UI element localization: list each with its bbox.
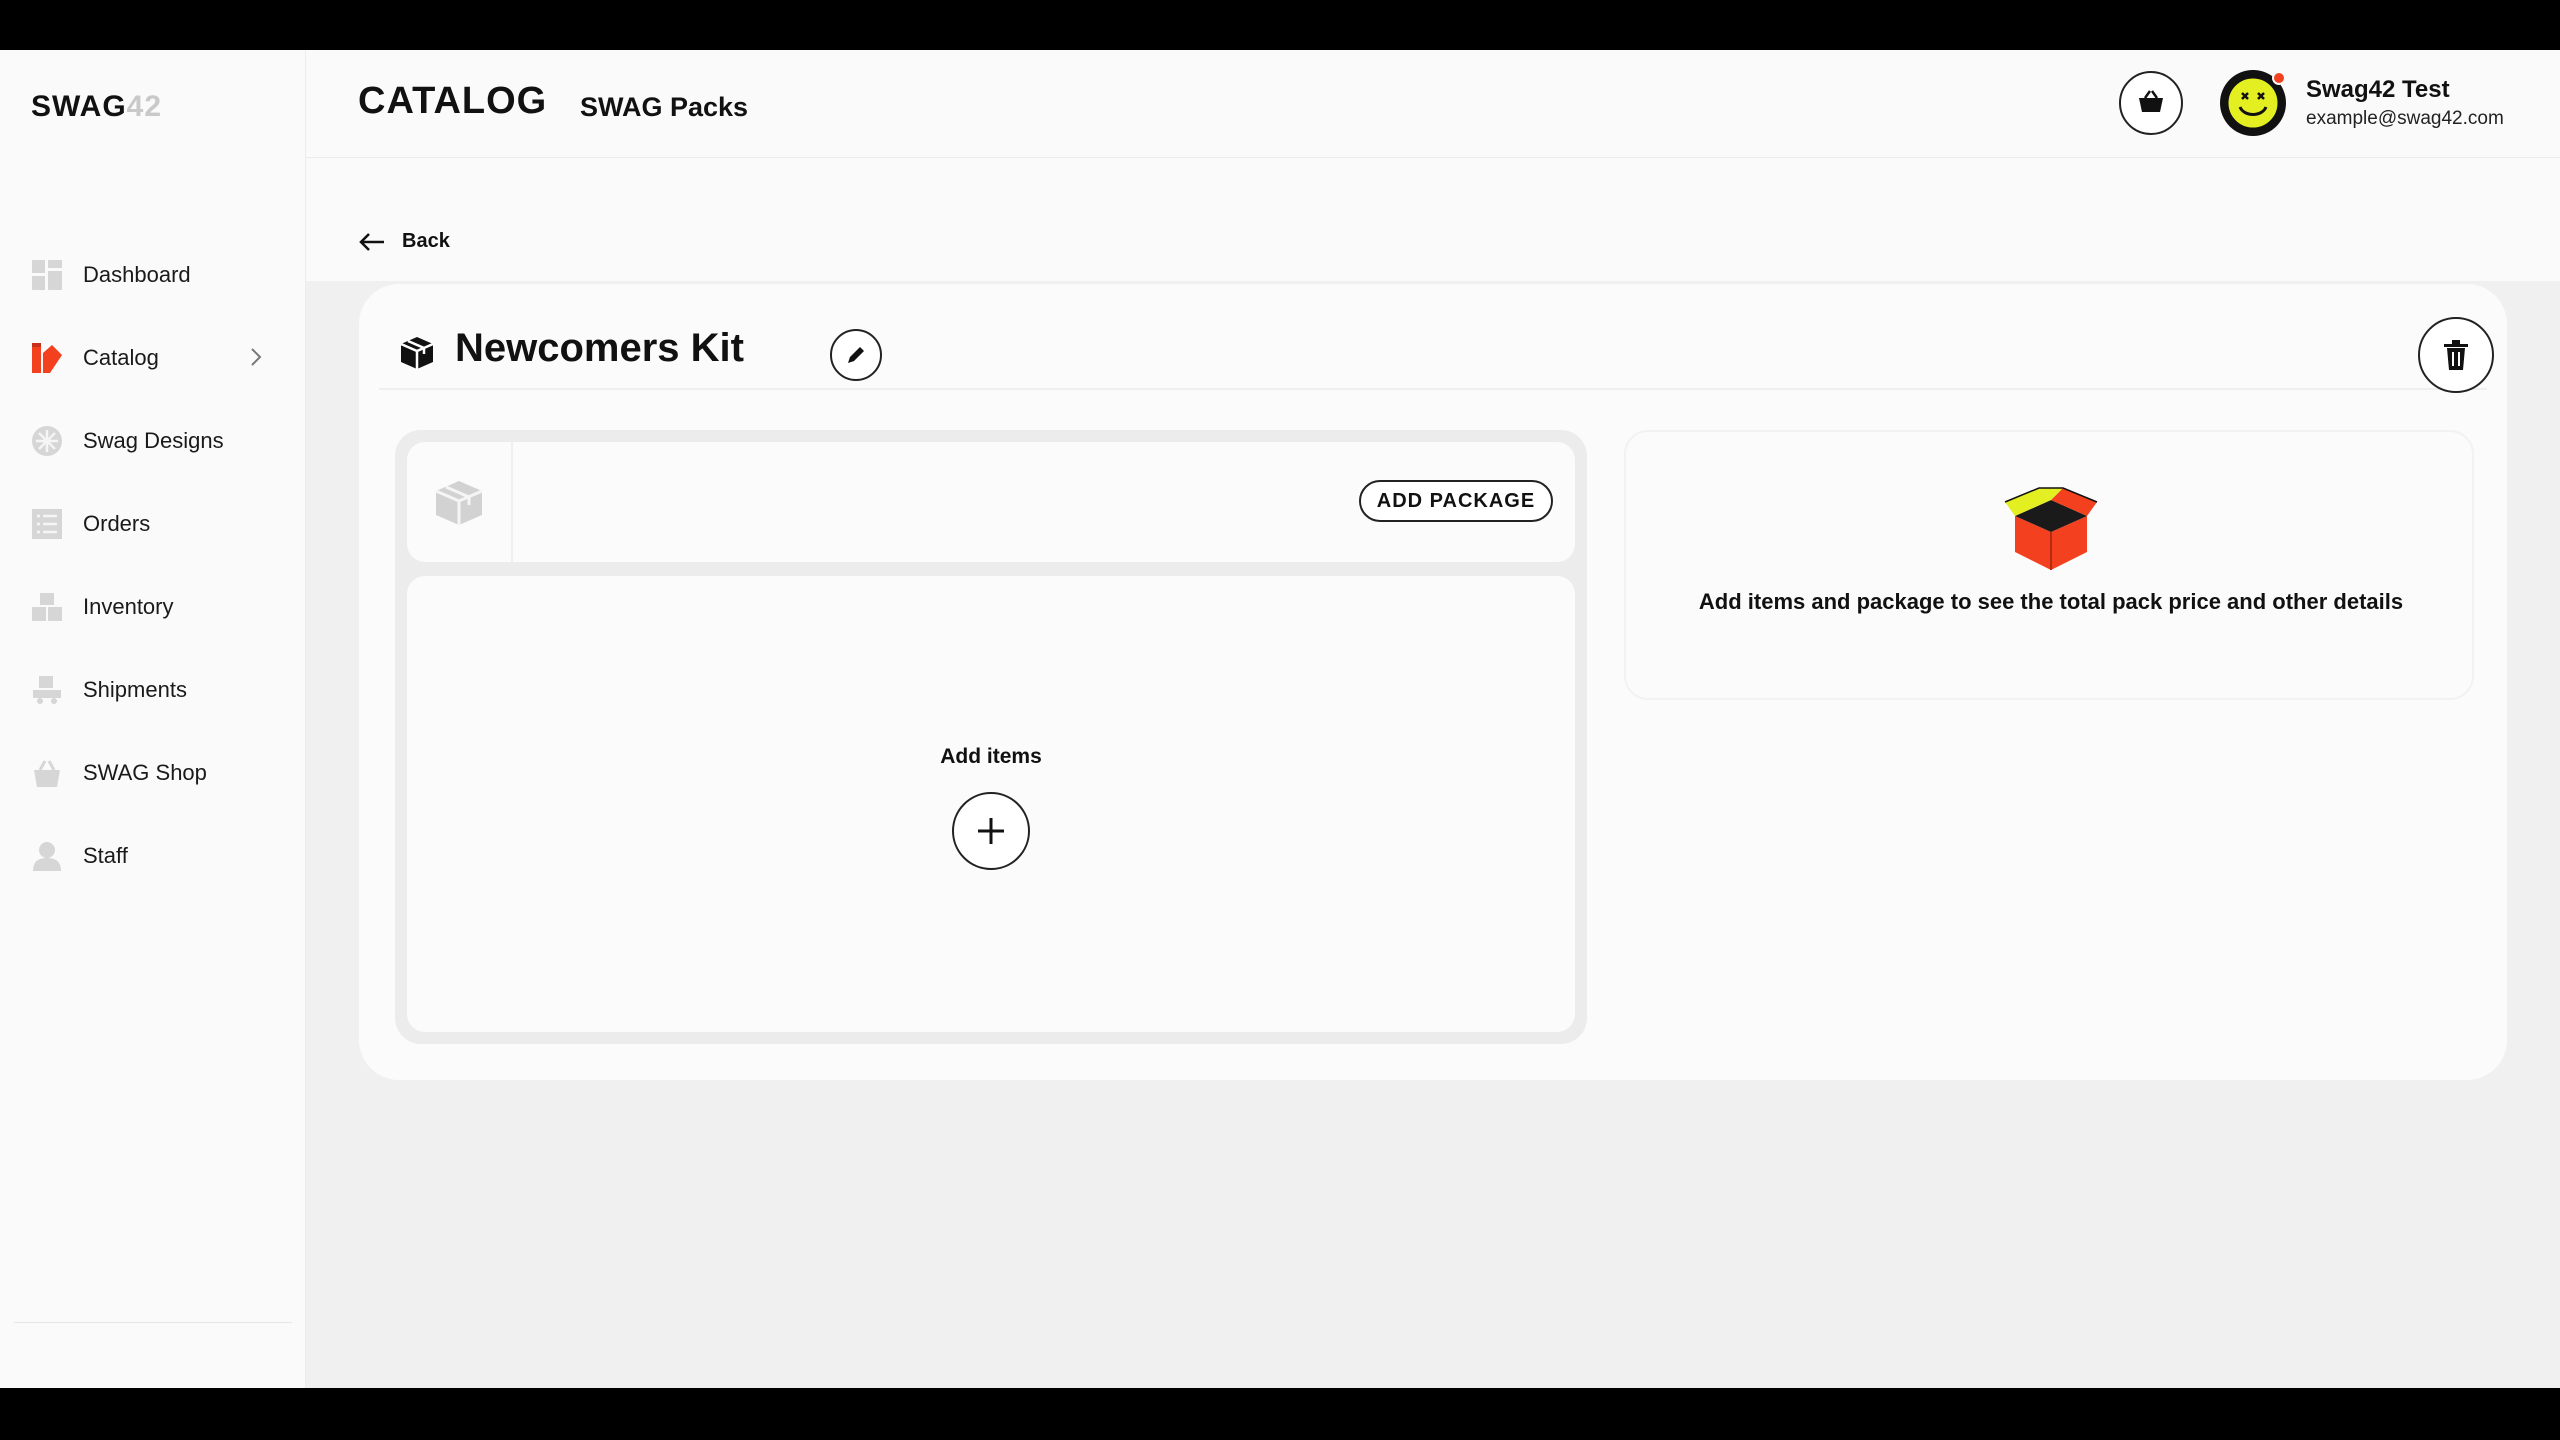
- chevron-right-icon: [242, 343, 270, 371]
- sidebar-item-label: Staff: [83, 842, 128, 868]
- shipments-icon: [30, 673, 64, 707]
- page-title: CATALOG: [358, 80, 548, 122]
- cart-button[interactable]: [2119, 71, 2183, 135]
- back-button[interactable]: Back: [358, 230, 450, 253]
- logo-main-text: SWAG: [31, 90, 127, 123]
- add-package-button[interactable]: ADD PACKAGE: [1359, 480, 1553, 522]
- user-name[interactable]: Swag42 Test: [2306, 76, 2450, 104]
- sidebar-item-dashboard[interactable]: Dashboard: [0, 233, 306, 316]
- sidebar-item-label: Dashboard: [83, 261, 191, 287]
- sidebar-item-swag-designs[interactable]: Swag Designs: [0, 399, 306, 482]
- basket-icon: [2138, 89, 2164, 118]
- plus-icon: [978, 818, 1004, 844]
- edit-name-button[interactable]: [830, 329, 882, 381]
- delete-pack-button[interactable]: [2418, 317, 2494, 393]
- page-subtitle: SWAG Packs: [580, 92, 749, 122]
- sidebar-item-inventory[interactable]: Inventory: [0, 565, 306, 648]
- inventory-icon: [30, 590, 64, 624]
- logo-number-text: 42: [126, 90, 163, 123]
- notification-dot: [2272, 71, 2286, 85]
- package-placeholder-icon: [407, 442, 513, 562]
- back-bar: Back: [306, 158, 2560, 281]
- swag-designs-icon: [30, 424, 64, 458]
- brand-logo[interactable]: SWAG 42: [31, 90, 162, 130]
- pack-summary-panel: Add items and package to see the total p…: [1624, 430, 2474, 700]
- sidebar-item-label: SWAG Shop: [83, 759, 207, 785]
- user-email: example@swag42.com: [2306, 108, 2504, 129]
- swag-shop-icon: [30, 756, 64, 790]
- pack-name: Newcomers Kit: [455, 326, 744, 370]
- letterbox-top: [0, 0, 2560, 50]
- items-dropzone: Add items: [407, 576, 1575, 1032]
- dashboard-icon: [30, 258, 64, 292]
- sidebar-item-staff[interactable]: Staff: [0, 814, 306, 897]
- arrow-left-icon: [359, 232, 384, 251]
- sidebar-item-orders[interactable]: Orders: [0, 482, 306, 565]
- sidebar-item-swag-shop[interactable]: SWAG Shop: [0, 731, 306, 814]
- sidebar-item-label: Orders: [83, 510, 151, 536]
- back-label: Back: [402, 230, 450, 252]
- pack-editor-card: Newcomers Kit ADD PACKAGE Add items Add …: [359, 284, 2507, 1080]
- catalog-icon: [30, 341, 64, 375]
- staff-icon: [30, 839, 64, 873]
- open-box-illustration: [2004, 487, 2098, 570]
- pack-header: Newcomers Kit: [379, 304, 2494, 393]
- sidebar: SWAG 42 Dashboard Catalog Swag Designs O…: [0, 50, 306, 1388]
- add-items-button[interactable]: [952, 792, 1030, 870]
- orders-icon: [30, 507, 64, 541]
- box-icon: [400, 337, 434, 369]
- pack-contents-panel: ADD PACKAGE Add items: [395, 430, 1587, 1044]
- sidebar-item-shipments[interactable]: Shipments: [0, 648, 306, 731]
- sidebar-item-label: Inventory: [83, 593, 174, 619]
- top-header: CATALOG SWAG Packs Swag42 Test example@s…: [306, 50, 2560, 158]
- sidebar-item-label: Swag Designs: [83, 427, 224, 453]
- pencil-icon: [848, 347, 864, 363]
- package-row: ADD PACKAGE: [407, 442, 1575, 562]
- sidebar-divider: [14, 1322, 292, 1323]
- trash-icon: [2444, 340, 2468, 370]
- sidebar-item-label: Shipments: [83, 676, 187, 702]
- sidebar-item-catalog[interactable]: Catalog: [0, 316, 306, 399]
- sidebar-nav: Dashboard Catalog Swag Designs Orders In…: [0, 233, 306, 897]
- letterbox-bottom: [0, 1388, 2560, 1440]
- app-window: SWAG 42 Dashboard Catalog Swag Designs O…: [0, 50, 2560, 1388]
- add-items-label: Add items: [940, 745, 1042, 768]
- sidebar-item-label: Catalog: [83, 344, 159, 370]
- summary-placeholder-text: Add items and package to see the total p…: [1698, 589, 2404, 614]
